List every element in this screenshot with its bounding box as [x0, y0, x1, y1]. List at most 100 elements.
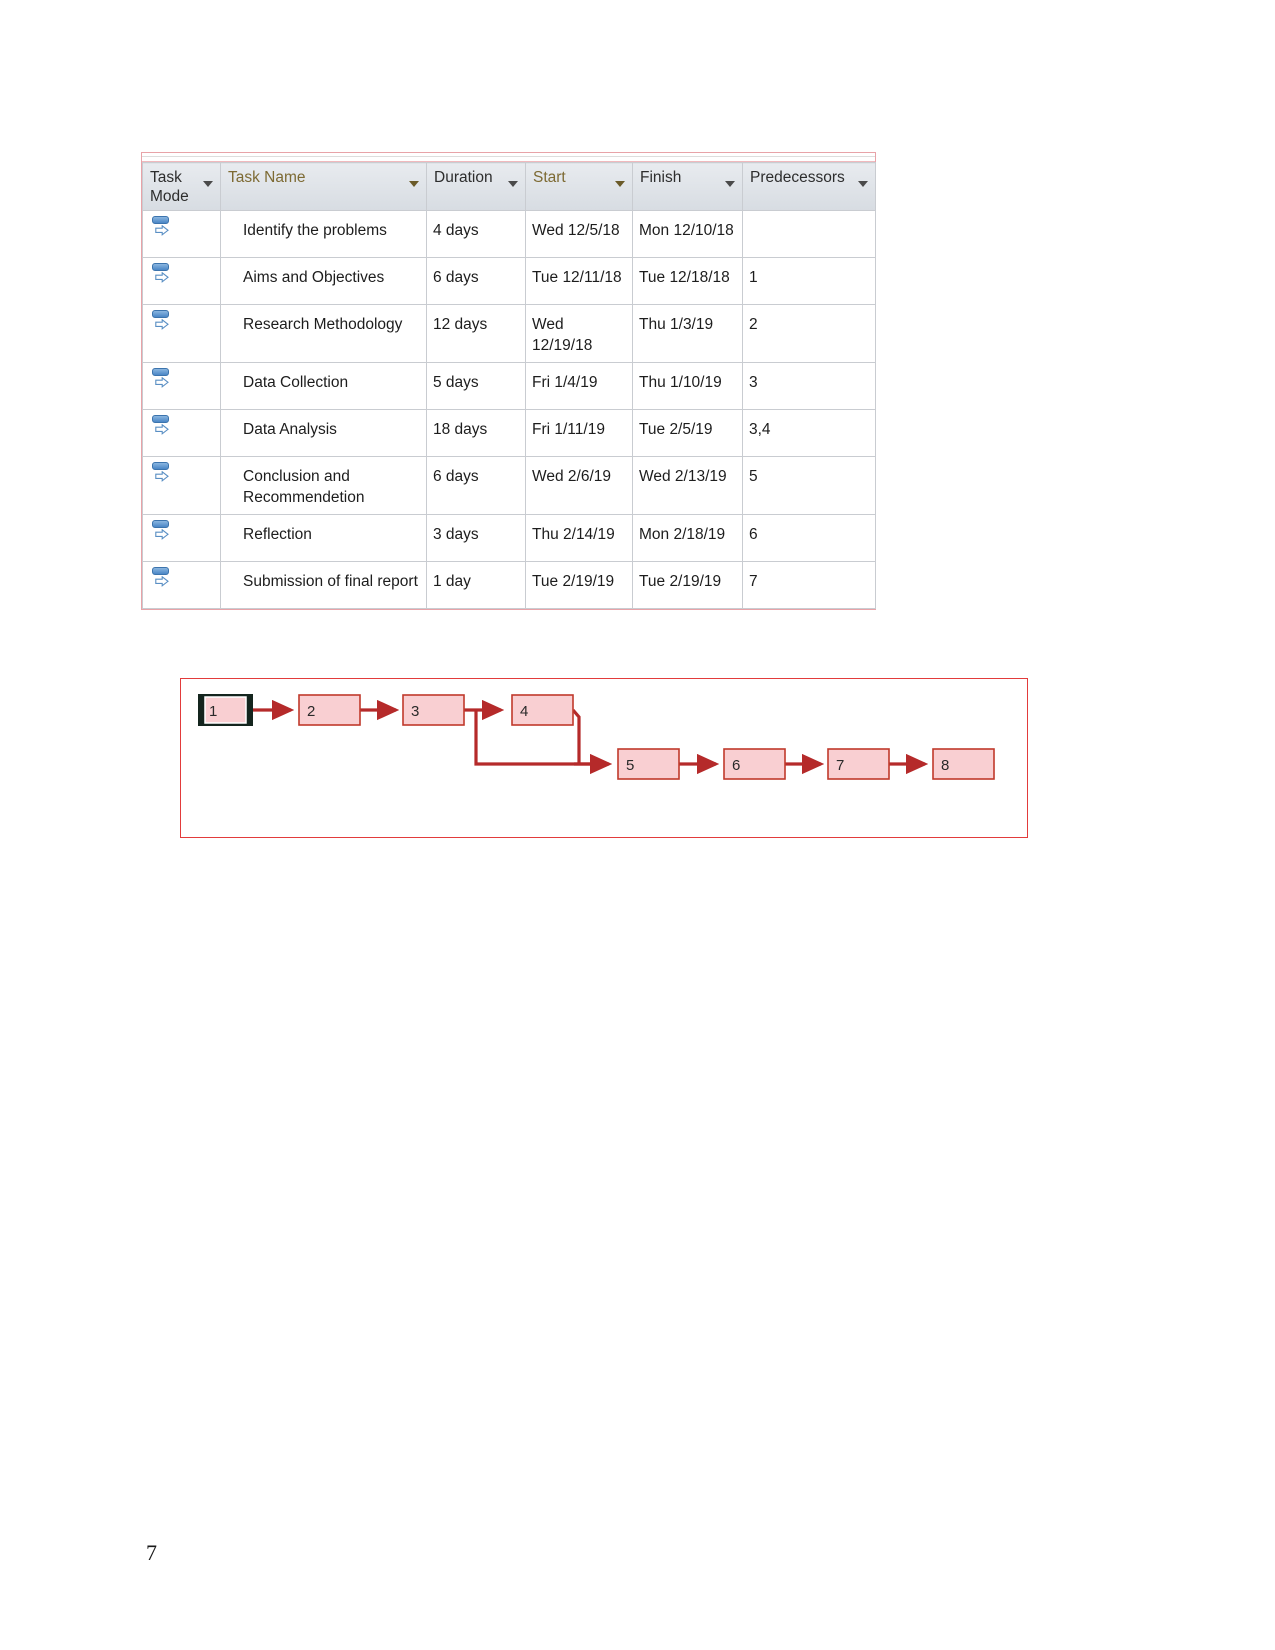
cell-finish[interactable]: Thu 1/10/19 — [632, 362, 743, 410]
cell-predecessors[interactable]: 3 — [742, 362, 876, 410]
cell-predecessors[interactable]: 6 — [742, 514, 876, 562]
auto-schedule-icon — [152, 309, 178, 335]
node-1-label: 1 — [209, 703, 217, 720]
cell-finish[interactable]: Tue 2/19/19 — [632, 561, 743, 609]
cell-task-mode[interactable] — [142, 409, 221, 457]
cell-start[interactable]: Wed 2/6/19 — [525, 456, 633, 515]
table-row[interactable]: Data Analysis 18 days Fri 1/11/19 Tue 2/5/1… — [142, 409, 876, 457]
cell-finish[interactable]: Mon 12/10/18 — [632, 210, 743, 258]
task-name-text: Identify the problems — [243, 222, 387, 239]
auto-schedule-arrow — [155, 471, 169, 482]
cell-start[interactable]: Fri 1/4/19 — [525, 362, 633, 410]
finish-text: Wed 2/13/19 — [639, 468, 727, 485]
cell-task-mode[interactable] — [142, 456, 221, 515]
cell-task-name[interactable]: Submission of final report — [220, 561, 427, 609]
table-row[interactable]: Research Methodology 12 days Wed 12/19/18 T… — [142, 304, 876, 363]
node-6-label: 6 — [732, 757, 740, 774]
predecessors-text: 6 — [749, 526, 758, 543]
cell-task-name[interactable]: Data Collection — [220, 362, 427, 410]
cell-task-name[interactable]: Research Methodology — [220, 304, 427, 363]
cell-predecessors[interactable]: 7 — [742, 561, 876, 609]
cell-predecessors[interactable]: 3,4 — [742, 409, 876, 457]
cell-task-name[interactable]: Aims and Objectives — [220, 257, 427, 305]
table-row[interactable]: Identify the problems 4 days Wed 12/5/18 Mo… — [142, 210, 876, 258]
gantt-timescale-strip — [142, 153, 875, 162]
filter-chevron-down-icon[interactable] — [858, 181, 868, 187]
node-7-label: 7 — [836, 757, 844, 774]
cell-task-mode[interactable] — [142, 304, 221, 363]
cell-task-mode[interactable] — [142, 257, 221, 305]
table-header-row: Task Mode Task Name Duration Start Finis… — [142, 162, 876, 211]
predecessors-text: 2 — [749, 316, 758, 333]
cell-finish[interactable]: Wed 2/13/19 — [632, 456, 743, 515]
column-header-task-name-label: Task Name — [228, 169, 306, 186]
cell-start[interactable]: Tue 2/19/19 — [525, 561, 633, 609]
cell-duration[interactable]: 5 days — [426, 362, 526, 410]
table-row[interactable]: Reflection 3 days Thu 2/14/19 Mon 2/18/19 6 — [142, 514, 876, 562]
start-text: Wed 12/19/18 — [532, 316, 593, 354]
node-8-label: 8 — [941, 757, 949, 774]
auto-schedule-arrow — [155, 319, 169, 330]
cell-task-mode[interactable] — [142, 362, 221, 410]
cell-task-name[interactable]: Identify the problems — [220, 210, 427, 258]
auto-schedule-arrow — [155, 377, 169, 388]
cell-start[interactable]: Thu 2/14/19 — [525, 514, 633, 562]
table-row[interactable]: Aims and Objectives 6 days Tue 12/11/18 Tue… — [142, 257, 876, 305]
duration-text: 18 days — [433, 421, 488, 438]
cell-task-mode[interactable] — [142, 210, 221, 258]
cell-start[interactable]: Wed 12/19/18 — [525, 304, 633, 363]
task-name-text: Submission of final report — [243, 573, 418, 590]
filter-chevron-down-icon[interactable] — [615, 181, 625, 187]
column-header-task-mode[interactable]: Task Mode — [142, 162, 221, 211]
finish-text: Thu 1/3/19 — [639, 316, 714, 333]
table-row[interactable]: Conclusion and Recommendetion 6 days Wed 2… — [142, 456, 876, 515]
filter-chevron-down-icon[interactable] — [725, 181, 735, 187]
node-4-label: 4 — [520, 703, 528, 720]
cell-duration[interactable]: 12 days — [426, 304, 526, 363]
column-header-task-name[interactable]: Task Name — [220, 162, 427, 211]
cell-duration[interactable]: 1 day — [426, 561, 526, 609]
cell-task-mode[interactable] — [142, 514, 221, 562]
cell-predecessors[interactable] — [742, 210, 876, 258]
predecessors-text: 3 — [749, 374, 758, 391]
cell-duration[interactable]: 4 days — [426, 210, 526, 258]
cell-start[interactable]: Wed 12/5/18 — [525, 210, 633, 258]
filter-chevron-down-icon[interactable] — [203, 181, 213, 187]
cell-predecessors[interactable]: 1 — [742, 257, 876, 305]
cell-finish[interactable]: Thu 1/3/19 — [632, 304, 743, 363]
column-header-start[interactable]: Start — [525, 162, 633, 211]
auto-schedule-bar — [152, 368, 169, 376]
cell-finish[interactable]: Tue 2/5/19 — [632, 409, 743, 457]
task-name-text: Aims and Objectives — [243, 269, 385, 286]
column-header-duration[interactable]: Duration — [426, 162, 526, 211]
cell-start[interactable]: Fri 1/11/19 — [525, 409, 633, 457]
auto-schedule-bar — [152, 216, 169, 224]
cell-predecessors[interactable]: 2 — [742, 304, 876, 363]
cell-finish[interactable]: Tue 12/18/18 — [632, 257, 743, 305]
finish-text: Tue 2/19/19 — [639, 573, 722, 590]
cell-duration[interactable]: 3 days — [426, 514, 526, 562]
cell-task-name[interactable]: Data Analysis — [220, 409, 427, 457]
table-row[interactable]: Submission of final report 1 day Tue 2/19/… — [142, 561, 876, 609]
cell-task-name[interactable]: Reflection — [220, 514, 427, 562]
column-header-predecessors[interactable]: Predecessors — [742, 162, 876, 211]
auto-schedule-icon — [152, 519, 178, 545]
auto-schedule-icon — [152, 215, 178, 241]
cell-task-mode[interactable] — [142, 561, 221, 609]
duration-text: 3 days — [433, 526, 479, 543]
cell-duration[interactable]: 18 days — [426, 409, 526, 457]
cell-duration[interactable]: 6 days — [426, 257, 526, 305]
cell-duration[interactable]: 6 days — [426, 456, 526, 515]
auto-schedule-arrow — [155, 272, 169, 283]
column-header-finish[interactable]: Finish — [632, 162, 743, 211]
task-table-body: Identify the problems 4 days Wed 12/5/18 Mo… — [142, 210, 876, 609]
task-name-text: Data Analysis — [243, 421, 337, 438]
table-row[interactable]: Data Collection 5 days Fri 1/4/19 Thu 1/10/… — [142, 362, 876, 410]
cell-start[interactable]: Tue 12/11/18 — [525, 257, 633, 305]
cell-finish[interactable]: Mon 2/18/19 — [632, 514, 743, 562]
filter-chevron-down-icon[interactable] — [409, 181, 419, 187]
auto-schedule-arrow — [155, 576, 169, 587]
filter-chevron-down-icon[interactable] — [508, 181, 518, 187]
cell-task-name[interactable]: Conclusion and Recommendetion — [220, 456, 427, 515]
cell-predecessors[interactable]: 5 — [742, 456, 876, 515]
